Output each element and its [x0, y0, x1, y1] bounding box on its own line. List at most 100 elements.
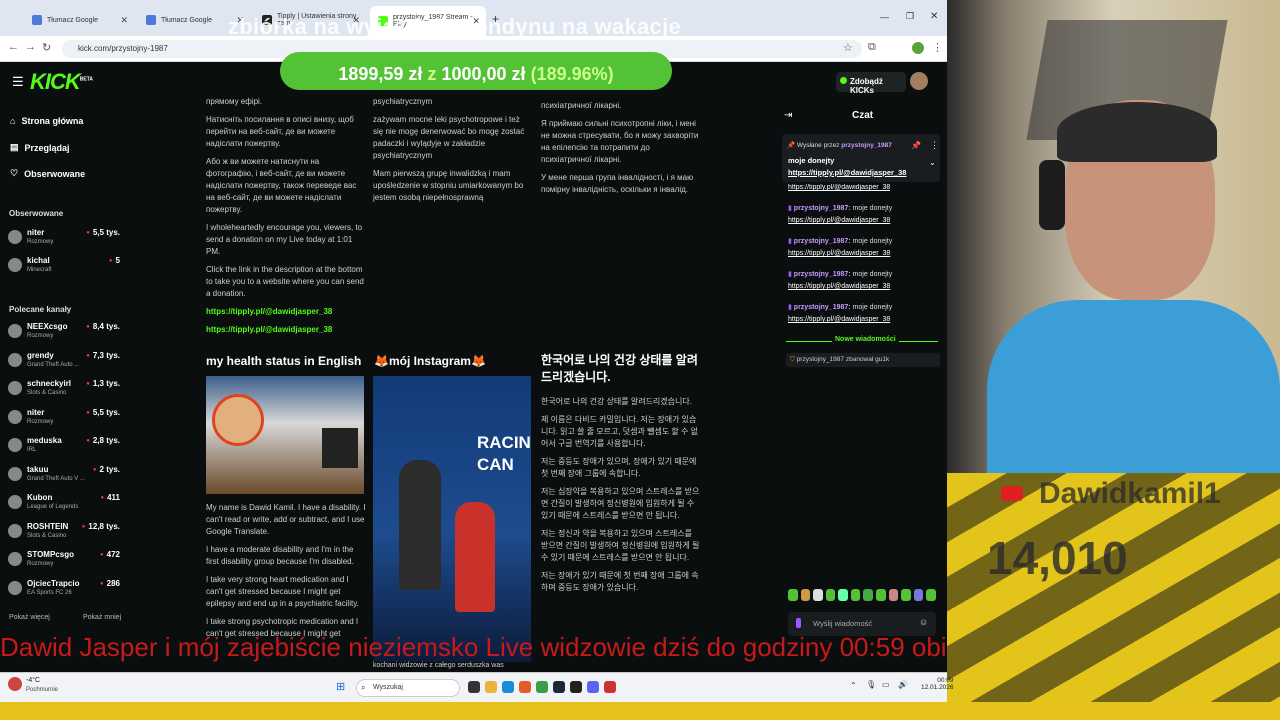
close-icon[interactable]: ✕ [120, 15, 128, 26]
network-icon[interactable]: ▭ [882, 680, 890, 689]
chat-username[interactable]: przystojny_1987: [794, 205, 851, 212]
more-options-icon[interactable]: ⋮ [930, 140, 939, 151]
channel-niter[interactable]: niterRozmowy5,5 tys. [8, 227, 120, 253]
channel-kichal[interactable]: kichal Minecraft 5 [8, 255, 120, 281]
emote-icon[interactable] [926, 589, 936, 601]
chat-username[interactable]: przystojny_1987: [794, 271, 851, 278]
emote-icon[interactable] [788, 589, 798, 601]
emote-icon[interactable] [825, 589, 836, 601]
pinned-link[interactable]: https://tipply.pl/@dawidjasper_38 [788, 168, 906, 177]
description-text: psychiatrycznym [373, 97, 433, 106]
clock-time: 00:09 [937, 677, 954, 684]
chat-username[interactable]: przystojny_1987: [794, 304, 851, 311]
chat-link[interactable]: https://tipply.pl/@dawidjasper_38 [788, 217, 890, 224]
file-explorer-icon[interactable] [468, 681, 480, 693]
kick-logo[interactable]: KICKBETA [30, 69, 93, 95]
channel-name: niter [27, 407, 45, 417]
recommended-section-title: Polecane kanały [9, 305, 72, 314]
emote-icon[interactable] [876, 589, 886, 601]
instagram-panel-image[interactable]: RACINGCAN [373, 376, 531, 662]
avatar [8, 495, 22, 509]
chat-link[interactable]: https://tipply.pl/@dawidjasper_38 [788, 316, 890, 323]
chat-link[interactable]: https://tipply.pl/@dawidjasper_38 [788, 250, 890, 257]
close-window-button[interactable]: ✕ [930, 11, 938, 22]
avatar [8, 230, 22, 244]
channel-neexcsgo[interactable]: NEEXcsgo Rozmowy 8,4 tys. [8, 321, 120, 347]
emote-icon[interactable] [888, 589, 899, 601]
channel-ojciectrapcio[interactable]: OjciecTrapcioEA Sports FC 26 286 [8, 578, 120, 604]
nav-home[interactable]: ⌂ Strona główna [10, 116, 83, 126]
emote-icon[interactable] [850, 589, 861, 601]
discord-icon[interactable] [587, 681, 599, 693]
mic-icon[interactable]: 🎙 [866, 680, 876, 689]
show-less-link[interactable]: Pokaż mniej [83, 614, 121, 621]
ban-text: zbanował gu1k [845, 356, 890, 363]
bookmark-star-icon[interactable]: ☆ [843, 41, 853, 54]
channel-grendy[interactable]: grendyGrand Theft Auto ... 7,3 tys. [8, 350, 120, 376]
emote-icon[interactable] [838, 589, 848, 601]
emoji-icon[interactable]: ☺ [919, 617, 928, 627]
menu-icon[interactable]: ⋮ [932, 41, 943, 54]
show-more-link[interactable]: Pokaż więcej [9, 614, 50, 621]
start-icon[interactable]: ⊞ [336, 680, 345, 693]
unpin-icon[interactable]: 📌 [911, 141, 921, 150]
clock[interactable]: 00:09 12.01.2026 [921, 677, 954, 691]
folder-icon[interactable] [485, 681, 497, 693]
emote-icon[interactable] [913, 589, 924, 601]
channel-name: grendy [27, 350, 54, 360]
user-avatar[interactable] [910, 72, 928, 90]
get-kicks-button[interactable]: Zdobądź KICKs [836, 72, 906, 95]
hamburger-menu-icon[interactable]: ☰ [12, 74, 24, 90]
extensions-icon[interactable]: ⧉ [868, 41, 876, 54]
tab-google-translate-1[interactable]: Tłumacz Google ✕ [24, 8, 134, 32]
back-icon[interactable]: ← [8, 41, 19, 53]
tipply-link[interactable]: https://tipply.pl/@dawidjasper_38 [206, 324, 364, 336]
chat-username[interactable]: przystojny_1987: [794, 238, 851, 245]
shield-icon: ⛉ [790, 356, 797, 363]
pinned-user[interactable]: przystojny_1987 [841, 142, 892, 149]
channel-takuu[interactable]: takuuGrand Theft Auto V ... 2 tys. [8, 464, 120, 490]
viewer-count: 5 [109, 256, 120, 265]
taskbar-search[interactable]: ⌕ Wyszukaj [356, 679, 460, 697]
kicks-icon [840, 77, 847, 84]
panel-text-english: My name is Dawid Kamil. I have a disabil… [206, 502, 366, 646]
description-text: психіатричної лікарні. [541, 101, 622, 110]
channel-stompcsgo[interactable]: STOMPcsgo Rozmowy 472 [8, 549, 120, 575]
description-col-1: прямому ефірі. Натисніть посилання в опи… [206, 96, 364, 342]
emote-icon[interactable] [813, 589, 823, 601]
volume-icon[interactable]: 🔊 [898, 680, 908, 689]
emote-icon[interactable] [901, 589, 911, 601]
channel-kubon[interactable]: Kubon League of Legends 411 [8, 492, 120, 518]
avatar [8, 381, 22, 395]
channel-schneckyirl[interactable]: schneckyirl Slots & Casino 1,3 tys. [8, 378, 120, 404]
nav-browse[interactable]: ▤ Przeglądaj [10, 142, 70, 153]
chat-link-partial[interactable]: https://tipply.pl/@dawidjasper_38 [788, 184, 890, 191]
github-icon[interactable] [570, 681, 582, 693]
viewer-count: 411 [100, 493, 120, 502]
channel-niter[interactable]: niterRozmowy5,5 tys. [8, 407, 120, 433]
profile-avatar[interactable] [912, 42, 924, 54]
nav-following[interactable]: ♡ Obserwowane [10, 168, 85, 179]
chrome-icon[interactable] [536, 681, 548, 693]
chat-link[interactable]: https://tipply.pl/@dawidjasper_38 [788, 283, 890, 290]
edge-icon[interactable] [502, 681, 514, 693]
tipply-link[interactable]: https://tipply.pl/@dawidjasper_38 [206, 306, 364, 318]
minimize-button[interactable]: — [880, 12, 889, 22]
collapse-chat-icon[interactable]: ⇥ [784, 110, 792, 121]
channel-meduska[interactable]: meduska IRL 2,8 tys. [8, 435, 120, 461]
ban-notice: ⛉ przystojny_1987 zbanował gu1k [786, 353, 940, 367]
firefox-icon[interactable] [519, 681, 531, 693]
emote-icon[interactable] [863, 589, 874, 601]
chevron-down-icon[interactable]: ⌄ [929, 158, 936, 167]
channel-roshtein[interactable]: ROSHTEINSlots & Casino 12,8 tys. [8, 521, 120, 547]
app-icon[interactable] [604, 681, 616, 693]
tray-chevron-icon[interactable]: ⌃ [850, 681, 857, 690]
reload-icon[interactable]: ↻ [42, 41, 51, 54]
health-panel-image[interactable] [206, 376, 364, 494]
emote-icon[interactable] [800, 589, 811, 601]
forward-icon[interactable]: → [25, 41, 36, 53]
maximize-button[interactable]: ❐ [906, 11, 914, 22]
steam-icon[interactable] [553, 681, 565, 693]
description-text: прямому ефірі. [206, 97, 263, 106]
channel-category: Rozmowy [27, 418, 54, 425]
